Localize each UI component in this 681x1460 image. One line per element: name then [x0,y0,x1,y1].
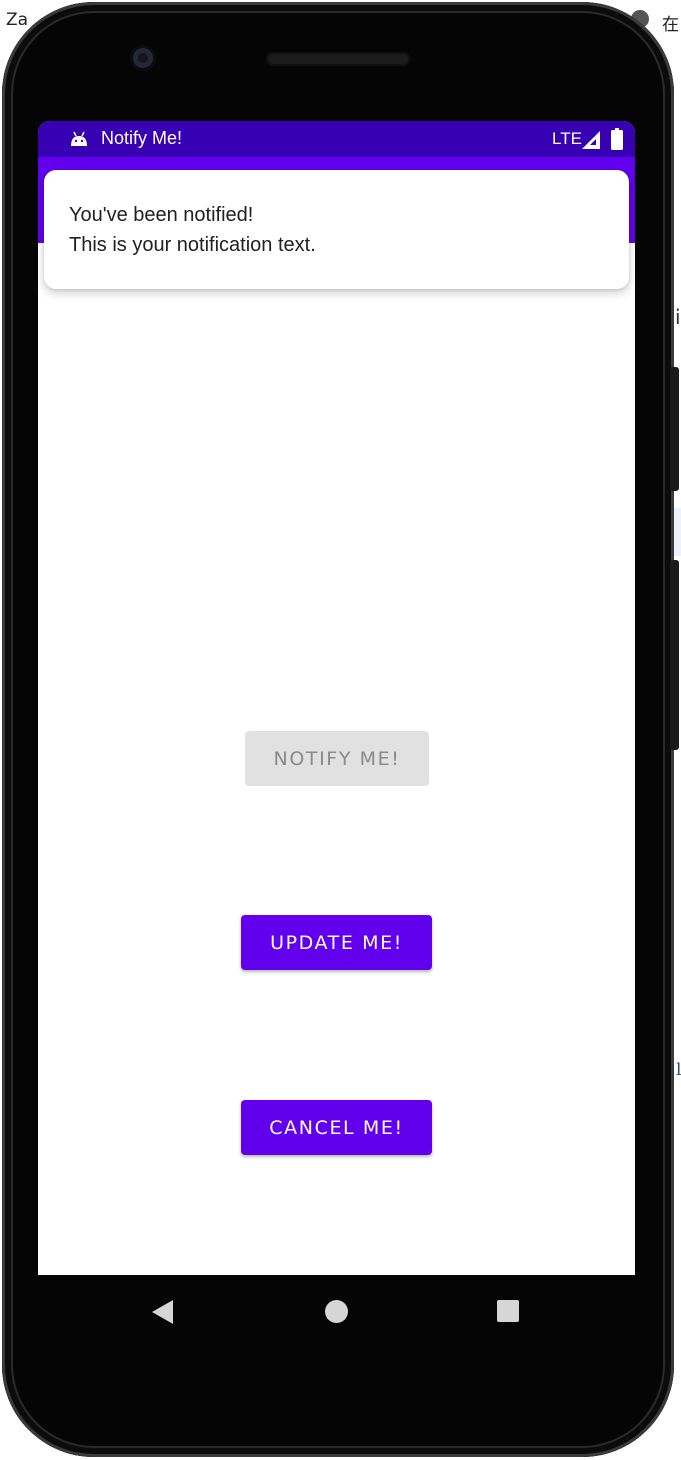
home-icon[interactable] [325,1300,348,1323]
desktop-text-right: 在 [662,15,679,35]
android-icon [71,131,87,146]
desktop-text-left: Za [6,10,29,30]
cancel-button[interactable]: CANCEL ME! [241,1100,432,1155]
recents-icon[interactable] [497,1300,519,1322]
front-camera [133,48,153,68]
network-type: LTE [552,129,582,148]
heads-up-notification[interactable]: You've been notified! This is your notif… [44,170,629,289]
battery-icon [611,128,623,150]
desktop-text-mid: i [675,305,681,329]
power-button [670,560,679,750]
notification-title: You've been notified! [69,204,254,226]
status-bar: Notify Me! LTE [38,121,635,157]
desktop-text-mid-2: l [676,1060,681,1080]
signal-icon [582,131,600,149]
status-app-name: Notify Me! [101,128,183,148]
volume-button [670,367,679,491]
earpiece-speaker [266,52,410,66]
update-button[interactable]: UPDATE ME! [241,915,432,970]
notification-text: This is your notification text. [69,234,316,256]
back-icon[interactable] [152,1300,173,1324]
notify-button[interactable]: NOTIFY ME! [245,731,429,786]
